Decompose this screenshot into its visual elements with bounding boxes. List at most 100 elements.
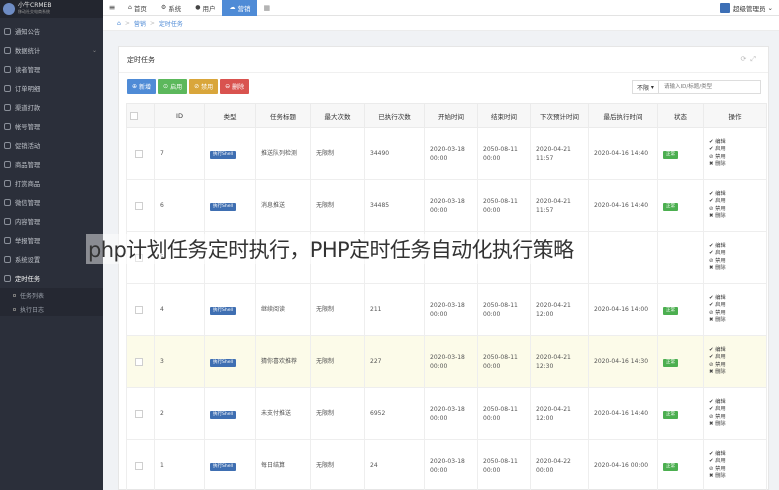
check-circle-icon: ⊙ bbox=[163, 82, 169, 90]
edit-link[interactable]: ✔ 编辑 bbox=[709, 347, 766, 354]
disable-link[interactable]: ⊘ 禁用 bbox=[709, 466, 766, 473]
breadcrumb-marketing[interactable]: 营销 bbox=[134, 19, 146, 28]
sidebar-item-channel-payout[interactable]: 渠道打款 bbox=[0, 98, 103, 117]
add-button[interactable]: ⊕ 新增 bbox=[127, 78, 157, 94]
row-checkbox[interactable] bbox=[135, 461, 143, 470]
cell-count: 34490 bbox=[364, 127, 425, 180]
sidebar-item-wechat[interactable]: 微信管理 bbox=[0, 193, 103, 212]
cell-last: 2020-04-16 14:40 bbox=[588, 179, 658, 232]
grid-icon[interactable]: ▦ bbox=[257, 4, 276, 12]
disable-link[interactable]: ⊘ 禁用 bbox=[709, 258, 766, 265]
col-title: 任务标题 bbox=[255, 103, 311, 128]
tab-system[interactable]: ⚙ 系统 bbox=[154, 0, 188, 16]
row-checkbox[interactable] bbox=[135, 149, 143, 158]
sidebar-item-readers[interactable]: 读者管理 bbox=[0, 60, 103, 79]
cell-start: 2020-03-18 00:00 bbox=[424, 127, 478, 180]
delete-link[interactable]: ✖ 删除 bbox=[709, 161, 766, 168]
menu-toggle-icon[interactable]: ≡ bbox=[103, 3, 121, 12]
enable-link[interactable]: ✔ 启用 bbox=[709, 250, 766, 257]
col-start: 开始时间 bbox=[424, 103, 478, 128]
table-header-row: ID 类型 任务标题 最大次数 已执行次数 开始时间 结束时间 下次预计时间 最… bbox=[126, 103, 767, 128]
cell-max: 无限制 bbox=[310, 127, 365, 180]
tab-home[interactable]: ⌂ 首页 bbox=[121, 0, 154, 16]
breadcrumb-scheduled-tasks[interactable]: 定时任务 bbox=[159, 19, 183, 28]
sidebar-item-content[interactable]: 内容管理 bbox=[0, 212, 103, 231]
cell-title: 推送队列检测 bbox=[255, 127, 311, 180]
status-badge: 正常 bbox=[663, 150, 678, 159]
gear-icon bbox=[4, 256, 11, 263]
sidebar-item-scheduled-tasks[interactable]: 定时任务 bbox=[0, 269, 103, 288]
disable-link[interactable]: ⊘ 禁用 bbox=[709, 362, 766, 369]
cell-last bbox=[588, 231, 658, 284]
breadcrumb: ⌂ > 营销 > 定时任务 bbox=[103, 16, 779, 31]
row-checkbox[interactable] bbox=[135, 305, 143, 314]
filter-select[interactable]: 不限 ▾ bbox=[632, 80, 659, 94]
enable-button[interactable]: ⊙ 启用 bbox=[158, 78, 188, 94]
disable-link[interactable]: ⊘ 禁用 bbox=[709, 310, 766, 317]
edit-link[interactable]: ✔ 编辑 bbox=[709, 243, 766, 250]
sidebar-item-products[interactable]: 商品管理 bbox=[0, 155, 103, 174]
brand[interactable]: 小牛CRMEB 移动社交电商系统 bbox=[0, 0, 103, 18]
sidebar-item-orders[interactable]: 订单明细 bbox=[0, 79, 103, 98]
disable-button[interactable]: ⊘ 禁用 bbox=[189, 78, 219, 94]
select-all-checkbox[interactable] bbox=[130, 111, 138, 120]
sidebar-item-statistics[interactable]: 数据统计 ⌄ bbox=[0, 41, 103, 60]
enable-link[interactable]: ✔ 启用 bbox=[709, 198, 766, 205]
enable-link[interactable]: ✔ 启用 bbox=[709, 146, 766, 153]
row-checkbox[interactable] bbox=[135, 357, 143, 366]
delete-link[interactable]: ✖ 删除 bbox=[709, 213, 766, 220]
tag-icon bbox=[4, 180, 11, 187]
disable-link[interactable]: ⊘ 禁用 bbox=[709, 414, 766, 421]
admin-menu[interactable]: 超级管理员 ⌄ bbox=[719, 0, 773, 16]
enable-link[interactable]: ✔ 启用 bbox=[709, 458, 766, 465]
disable-link[interactable]: ⊘ 禁用 bbox=[709, 206, 766, 213]
box-icon bbox=[4, 161, 11, 168]
sidebar-item-notice[interactable]: 通知公告 bbox=[0, 22, 103, 41]
cell-start: 2020-03-18 00:00 bbox=[424, 387, 478, 440]
cell-title: 猜你喜欢推荐 bbox=[255, 335, 311, 388]
fullscreen-icon[interactable]: ⤢ bbox=[750, 55, 760, 63]
edit-link[interactable]: ✔ 编辑 bbox=[709, 139, 766, 146]
type-badge: 执行Shell bbox=[210, 358, 236, 367]
sidebar-nav: 通知公告 数据统计 ⌄ 读者管理 订单明细 渠道打款 帐号管理 促销活动 商品管理… bbox=[0, 18, 103, 316]
list-icon bbox=[13, 293, 16, 297]
edit-link[interactable]: ✔ 编辑 bbox=[709, 399, 766, 406]
cell-start: 2020-03-18 00:00 bbox=[424, 179, 478, 232]
watermark-caption: php计划任务定时执行，PHP定时任务自动化执行策略 bbox=[86, 234, 576, 264]
task-table: ID 类型 任务标题 最大次数 已执行次数 开始时间 结束时间 下次预计时间 最… bbox=[126, 103, 767, 490]
tab-marketing[interactable]: ☁ 营销 bbox=[222, 0, 258, 16]
table-row: 3 执行Shell 猜你喜欢推荐 无限制 227 2020-03-18 00:00 2050… bbox=[126, 335, 767, 388]
tab-users[interactable]: ● 用户 bbox=[188, 0, 222, 16]
edit-link[interactable]: ✔ 编辑 bbox=[709, 191, 766, 198]
enable-link[interactable]: ✔ 启用 bbox=[709, 302, 766, 309]
delete-link[interactable]: ✖ 删除 bbox=[709, 317, 766, 324]
delete-button[interactable]: ⊖ 删除 bbox=[220, 78, 250, 94]
row-checkbox[interactable] bbox=[135, 201, 143, 210]
home-icon[interactable]: ⌂ bbox=[117, 20, 121, 27]
delete-link[interactable]: ✖ 删除 bbox=[709, 473, 766, 480]
search-input[interactable] bbox=[659, 80, 761, 94]
edit-link[interactable]: ✔ 编辑 bbox=[709, 295, 766, 302]
users-icon bbox=[4, 66, 11, 73]
col-id[interactable]: ID bbox=[154, 103, 205, 128]
cell-max: 无限制 bbox=[310, 387, 365, 440]
plus-icon: ⊕ bbox=[132, 82, 138, 90]
delete-link[interactable]: ✖ 删除 bbox=[709, 369, 766, 376]
type-badge: 执行Shell bbox=[210, 150, 236, 159]
row-actions: ✔ 编辑 ✔ 启用 ⊘ 禁用 ✖ 删除 bbox=[709, 243, 766, 273]
edit-link[interactable]: ✔ 编辑 bbox=[709, 451, 766, 458]
delete-link[interactable]: ✖ 删除 bbox=[709, 421, 766, 428]
enable-link[interactable]: ✔ 启用 bbox=[709, 406, 766, 413]
delete-link[interactable]: ✖ 删除 bbox=[709, 265, 766, 272]
row-actions: ✔ 编辑 ✔ 启用 ⊘ 禁用 ✖ 删除 bbox=[709, 347, 766, 377]
sidebar-item-promotions[interactable]: 促销活动 bbox=[0, 136, 103, 155]
sidebar-subitem-run-log[interactable]: 执行日志 bbox=[0, 302, 103, 316]
sidebar-item-tip-products[interactable]: 打赏商品 bbox=[0, 174, 103, 193]
sidebar-item-accounts[interactable]: 帐号管理 bbox=[0, 117, 103, 136]
row-checkbox[interactable] bbox=[135, 409, 143, 418]
sidebar-subitem-task-list[interactable]: 任务列表 bbox=[0, 288, 103, 302]
enable-link[interactable]: ✔ 启用 bbox=[709, 354, 766, 361]
col-end: 结束时间 bbox=[477, 103, 531, 128]
refresh-icon[interactable]: ⟳ bbox=[741, 55, 751, 63]
disable-link[interactable]: ⊘ 禁用 bbox=[709, 154, 766, 161]
